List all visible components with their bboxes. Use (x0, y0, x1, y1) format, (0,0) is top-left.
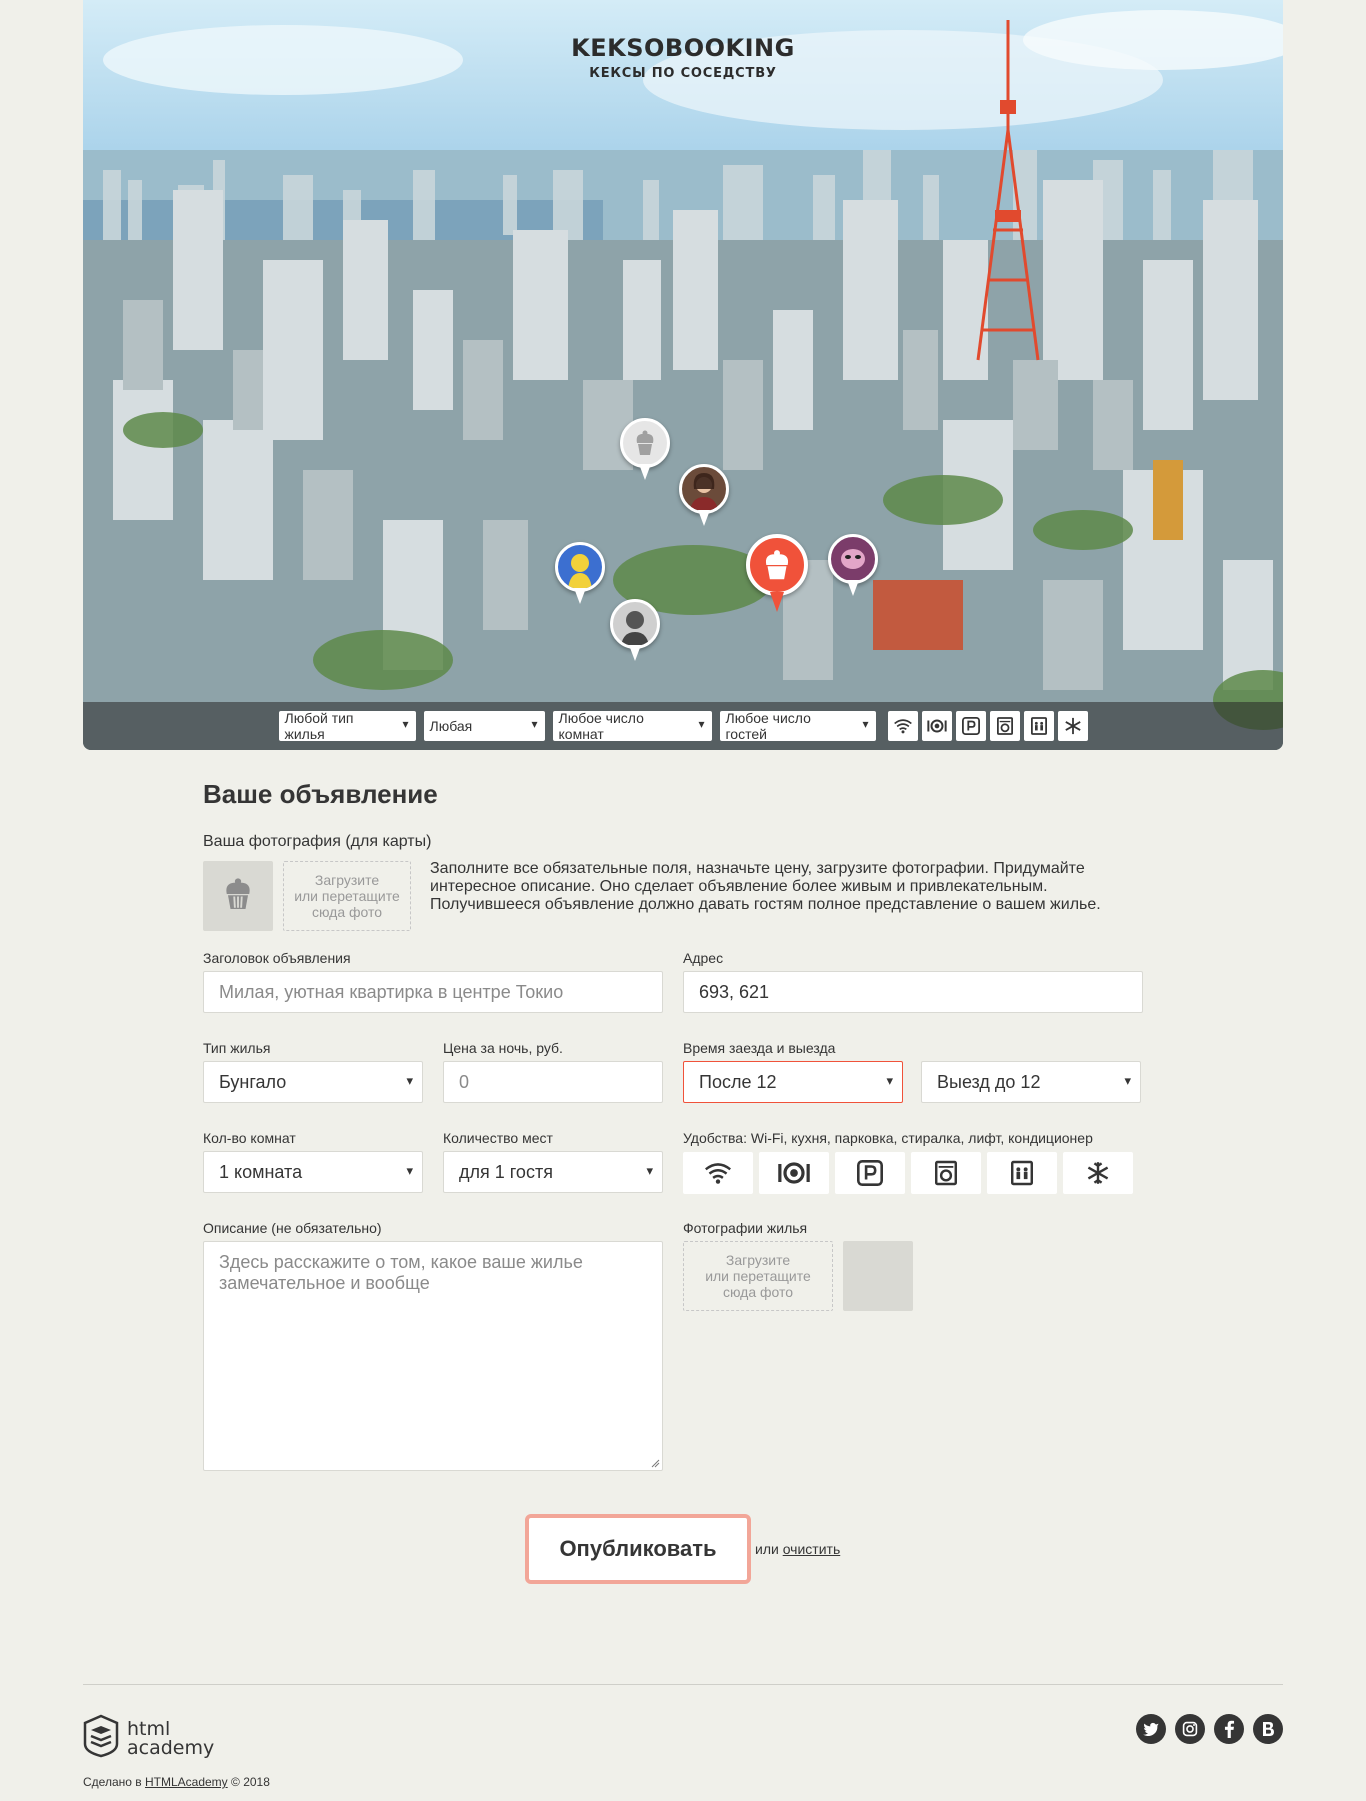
map[interactable]: KEKSOBOOKING КЕКСЫ ПО СОСЕДСТВУ Любой ти… (83, 0, 1283, 750)
footer-divider (83, 1684, 1283, 1685)
brand-title: KEKSOBOOKING (571, 34, 795, 62)
price-input[interactable]: 0 (443, 1061, 663, 1103)
features-filter (887, 711, 1088, 741)
or-text: или (755, 1541, 779, 1557)
avatar-label: Ваша фотография (для карты) (203, 833, 432, 850)
map-filters: Любой тип жилья Любая Любое число комнат… (83, 702, 1283, 750)
wifi-icon[interactable] (887, 711, 918, 741)
photos-upload-dropzone[interactable]: Загрузите или перетащите сюда фото (683, 1241, 833, 1311)
user-avatar-icon (679, 464, 729, 514)
description-textarea[interactable]: Здесь расскажите о том, какое ваше жилье… (203, 1241, 663, 1471)
checkout-select[interactable]: Выезд до 12 (921, 1061, 1141, 1103)
type-label: Тип жилья (203, 1040, 271, 1056)
ad-form: Ваше объявление Ваша фотография (для кар… (203, 779, 1143, 1584)
map-pin[interactable] (555, 542, 605, 612)
htmlacademy-logo[interactable]: html academy (83, 1714, 214, 1763)
logo-line-1: html (127, 1717, 171, 1740)
map-pin[interactable] (620, 418, 670, 488)
avatar-upload-dropzone[interactable]: Загрузите или перетащите сюда фото (283, 861, 411, 931)
reset-link[interactable]: очистить (783, 1541, 841, 1557)
user-avatar-icon (555, 542, 605, 592)
type-select[interactable]: Бунгало (203, 1061, 423, 1103)
dishwasher-icon[interactable] (921, 711, 952, 741)
washer-icon[interactable] (989, 711, 1020, 741)
conditioner-icon[interactable] (1063, 1152, 1133, 1194)
parking-icon[interactable] (955, 711, 986, 741)
conditioner-icon[interactable] (1057, 711, 1088, 741)
logo-text: html academy (127, 1717, 215, 1759)
brand-header: KEKSOBOOKING КЕКСЫ ПО СОСЕДСТВУ (83, 34, 1283, 81)
checkin-value: После 12 (699, 1071, 777, 1092)
facebook-icon[interactable] (1214, 1714, 1244, 1744)
vk-icon[interactable] (1253, 1714, 1283, 1744)
title-input[interactable]: Милая, уютная квартирка в центре Токио (203, 971, 663, 1013)
guests-filter[interactable]: Любое число гостей (719, 710, 876, 742)
logo-line-2: academy (127, 1736, 215, 1759)
htmlacademy-logo-icon (83, 1714, 119, 1763)
description-label: Описание (не обязательно) (203, 1220, 382, 1236)
cupcake-icon (218, 874, 258, 919)
elevator-icon[interactable] (987, 1152, 1057, 1194)
map-pin[interactable] (610, 599, 660, 669)
reset-row: или очистить (755, 1541, 840, 1557)
form-hint: Заполните все обязательные поля, назначь… (430, 860, 1101, 913)
main-map-pin[interactable] (746, 534, 808, 620)
copyright: Сделано в HTMLAcademy © 2018 (83, 1775, 270, 1789)
address-input[interactable]: 693, 621 (683, 971, 1143, 1013)
photos-label: Фотографии жилья (683, 1220, 808, 1236)
cupcake-icon (746, 534, 808, 596)
price-label: Цена за ночь, руб. (443, 1040, 563, 1056)
brand-subtitle: КЕКСЫ ПО СОСЕДСТВУ (589, 66, 777, 81)
photos-dropzone-text: Загрузите или перетащите сюда фото (705, 1251, 811, 1301)
publish-button[interactable]: Опубликовать (525, 1514, 751, 1584)
map-pin[interactable] (828, 534, 878, 604)
user-avatar-icon (610, 599, 660, 649)
type-value: Бунгало (219, 1071, 287, 1092)
social-links (1136, 1714, 1283, 1744)
cupcake-avatar-icon (620, 418, 670, 468)
checkin-select[interactable]: После 12 (683, 1061, 903, 1103)
title-label: Заголовок объявления (203, 950, 351, 966)
htmlacademy-link[interactable]: HTMLAcademy (145, 1775, 228, 1789)
twitter-icon[interactable] (1136, 1714, 1166, 1744)
rooms-select[interactable]: 1 комната (203, 1151, 423, 1193)
address-label: Адрес (683, 950, 724, 966)
description-placeholder: Здесь расскажите о том, какое ваше жилье… (219, 1252, 583, 1293)
capacity-select[interactable]: для 1 гостя (443, 1151, 663, 1193)
housing-type-filter[interactable]: Любой тип жилья (278, 710, 416, 742)
capacity-value: для 1 гостя (459, 1161, 553, 1182)
capacity-label: Количество мест (443, 1130, 553, 1146)
rooms-filter[interactable]: Любое число комнат (552, 710, 712, 742)
elevator-icon[interactable] (1023, 711, 1054, 741)
title-placeholder: Милая, уютная квартирка в центре Токио (219, 981, 564, 1002)
instagram-icon[interactable] (1175, 1714, 1205, 1744)
time-label: Время заезда и выезда (683, 1040, 836, 1056)
copyright-suffix: © 2018 (231, 1775, 270, 1789)
rooms-label: Кол-во комнат (203, 1130, 296, 1146)
map-pin[interactable] (679, 464, 729, 534)
photo-preview (843, 1241, 913, 1311)
city-map-image (83, 0, 1283, 750)
user-avatar-icon (828, 534, 878, 584)
copyright-prefix: Сделано в (83, 1775, 142, 1789)
price-placeholder: 0 (459, 1071, 470, 1092)
dishwasher-icon[interactable] (759, 1152, 829, 1194)
form-title: Ваше объявление (203, 779, 438, 809)
price-filter[interactable]: Любая (423, 711, 545, 741)
washer-icon[interactable] (911, 1152, 981, 1194)
checkout-value: Выезд до 12 (937, 1071, 1041, 1092)
avatar-preview (203, 861, 273, 931)
features-label: Удобства: Wi-Fi, кухня, парковка, стирал… (683, 1130, 1093, 1146)
wifi-icon[interactable] (683, 1152, 753, 1194)
address-value: 693, 621 (699, 981, 770, 1002)
rooms-value: 1 комната (219, 1161, 303, 1182)
resize-handle-icon[interactable] (650, 1458, 660, 1468)
avatar-dropzone-text: Загрузите или перетащите сюда фото (294, 871, 400, 921)
parking-icon[interactable] (835, 1152, 905, 1194)
